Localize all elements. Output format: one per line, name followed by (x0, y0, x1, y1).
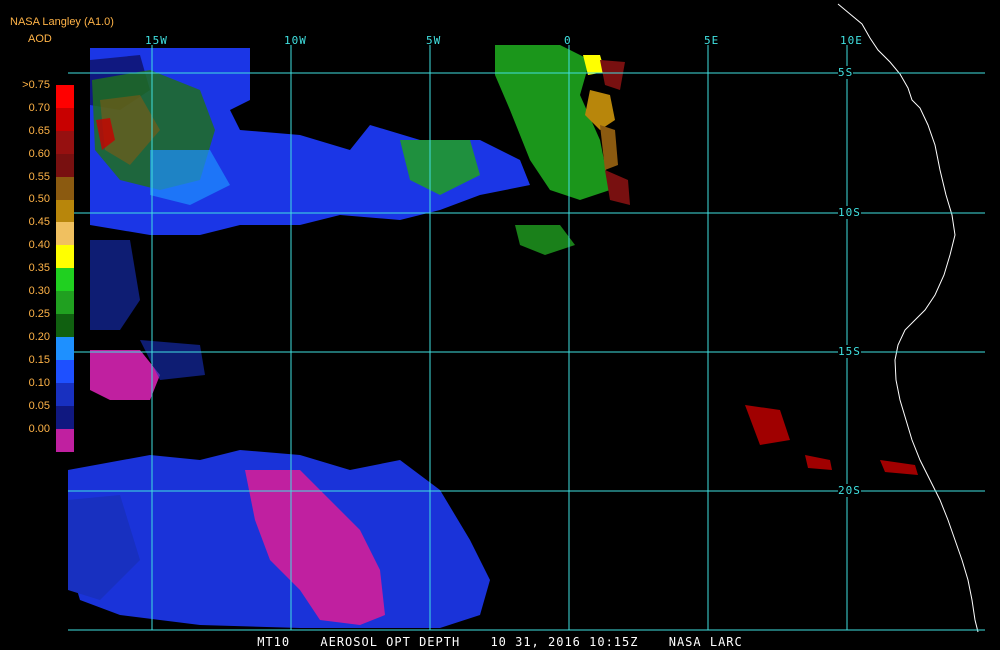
lon-label-5w: 5W (426, 34, 442, 47)
variable-label: AOD (28, 33, 52, 45)
lat-label-15s: 15S (838, 345, 861, 358)
caption-product: MT10 (257, 635, 291, 649)
lat-label-5s: 5S (838, 66, 854, 79)
legend-label: >0.75 (22, 79, 50, 91)
legend-swatch (56, 382, 74, 406)
legend-label: 0.00 (28, 423, 50, 435)
legend-label: 0.70 (28, 102, 50, 114)
legend-swatch (56, 199, 74, 223)
source-label: NASA Langley (A1.0) (10, 16, 114, 28)
legend-label: 0.45 (28, 216, 50, 228)
caption-title: AEROSOL OPT DEPTH (320, 635, 461, 649)
legend-label: 0.35 (28, 262, 50, 274)
legend-swatch (56, 314, 74, 337)
lon-label-0: 0 (564, 34, 572, 47)
legend-label: 0.20 (28, 331, 50, 343)
lat-label-20s: 20S (838, 484, 861, 497)
lon-label-10e: 10E (840, 34, 863, 47)
caption-date: 10 31, 2016 10:15Z (490, 635, 639, 649)
legend-swatch (56, 268, 74, 292)
legend-swatch (56, 130, 74, 154)
lon-label-10w: 10W (284, 34, 307, 47)
legend-swatch (56, 153, 74, 177)
legend-swatch (56, 245, 74, 269)
legend-label: 0.10 (28, 377, 50, 389)
legend-label: 0.30 (28, 285, 50, 297)
legend-label: 0.25 (28, 308, 50, 320)
legend-swatch (56, 405, 74, 429)
legend-label: 0.60 (28, 148, 50, 160)
aod-map (0, 0, 1000, 650)
legend-swatch (56, 291, 74, 315)
legend-swatch (56, 428, 74, 452)
map-caption: MT10 AEROSOL OPT DEPTH 10 31, 2016 10:15… (0, 635, 1000, 649)
lat-label-10s: 10S (838, 206, 861, 219)
legend-swatch (56, 359, 74, 383)
legend-label: 0.40 (28, 239, 50, 251)
legend-label: 0.15 (28, 354, 50, 366)
legend-label: 0.65 (28, 125, 50, 137)
caption-agency: NASA LARC (668, 635, 743, 649)
lon-label-5e: 5E (704, 34, 720, 47)
legend-label: 0.05 (28, 400, 50, 412)
lon-label-15w: 15W (145, 34, 168, 47)
legend-label: 0.50 (28, 193, 50, 205)
legend-swatch (56, 222, 74, 246)
legend-swatch (56, 107, 74, 131)
legend-swatch (56, 176, 74, 200)
legend-label: 0.55 (28, 171, 50, 183)
legend-swatch (56, 336, 74, 360)
legend-swatch (56, 85, 74, 108)
